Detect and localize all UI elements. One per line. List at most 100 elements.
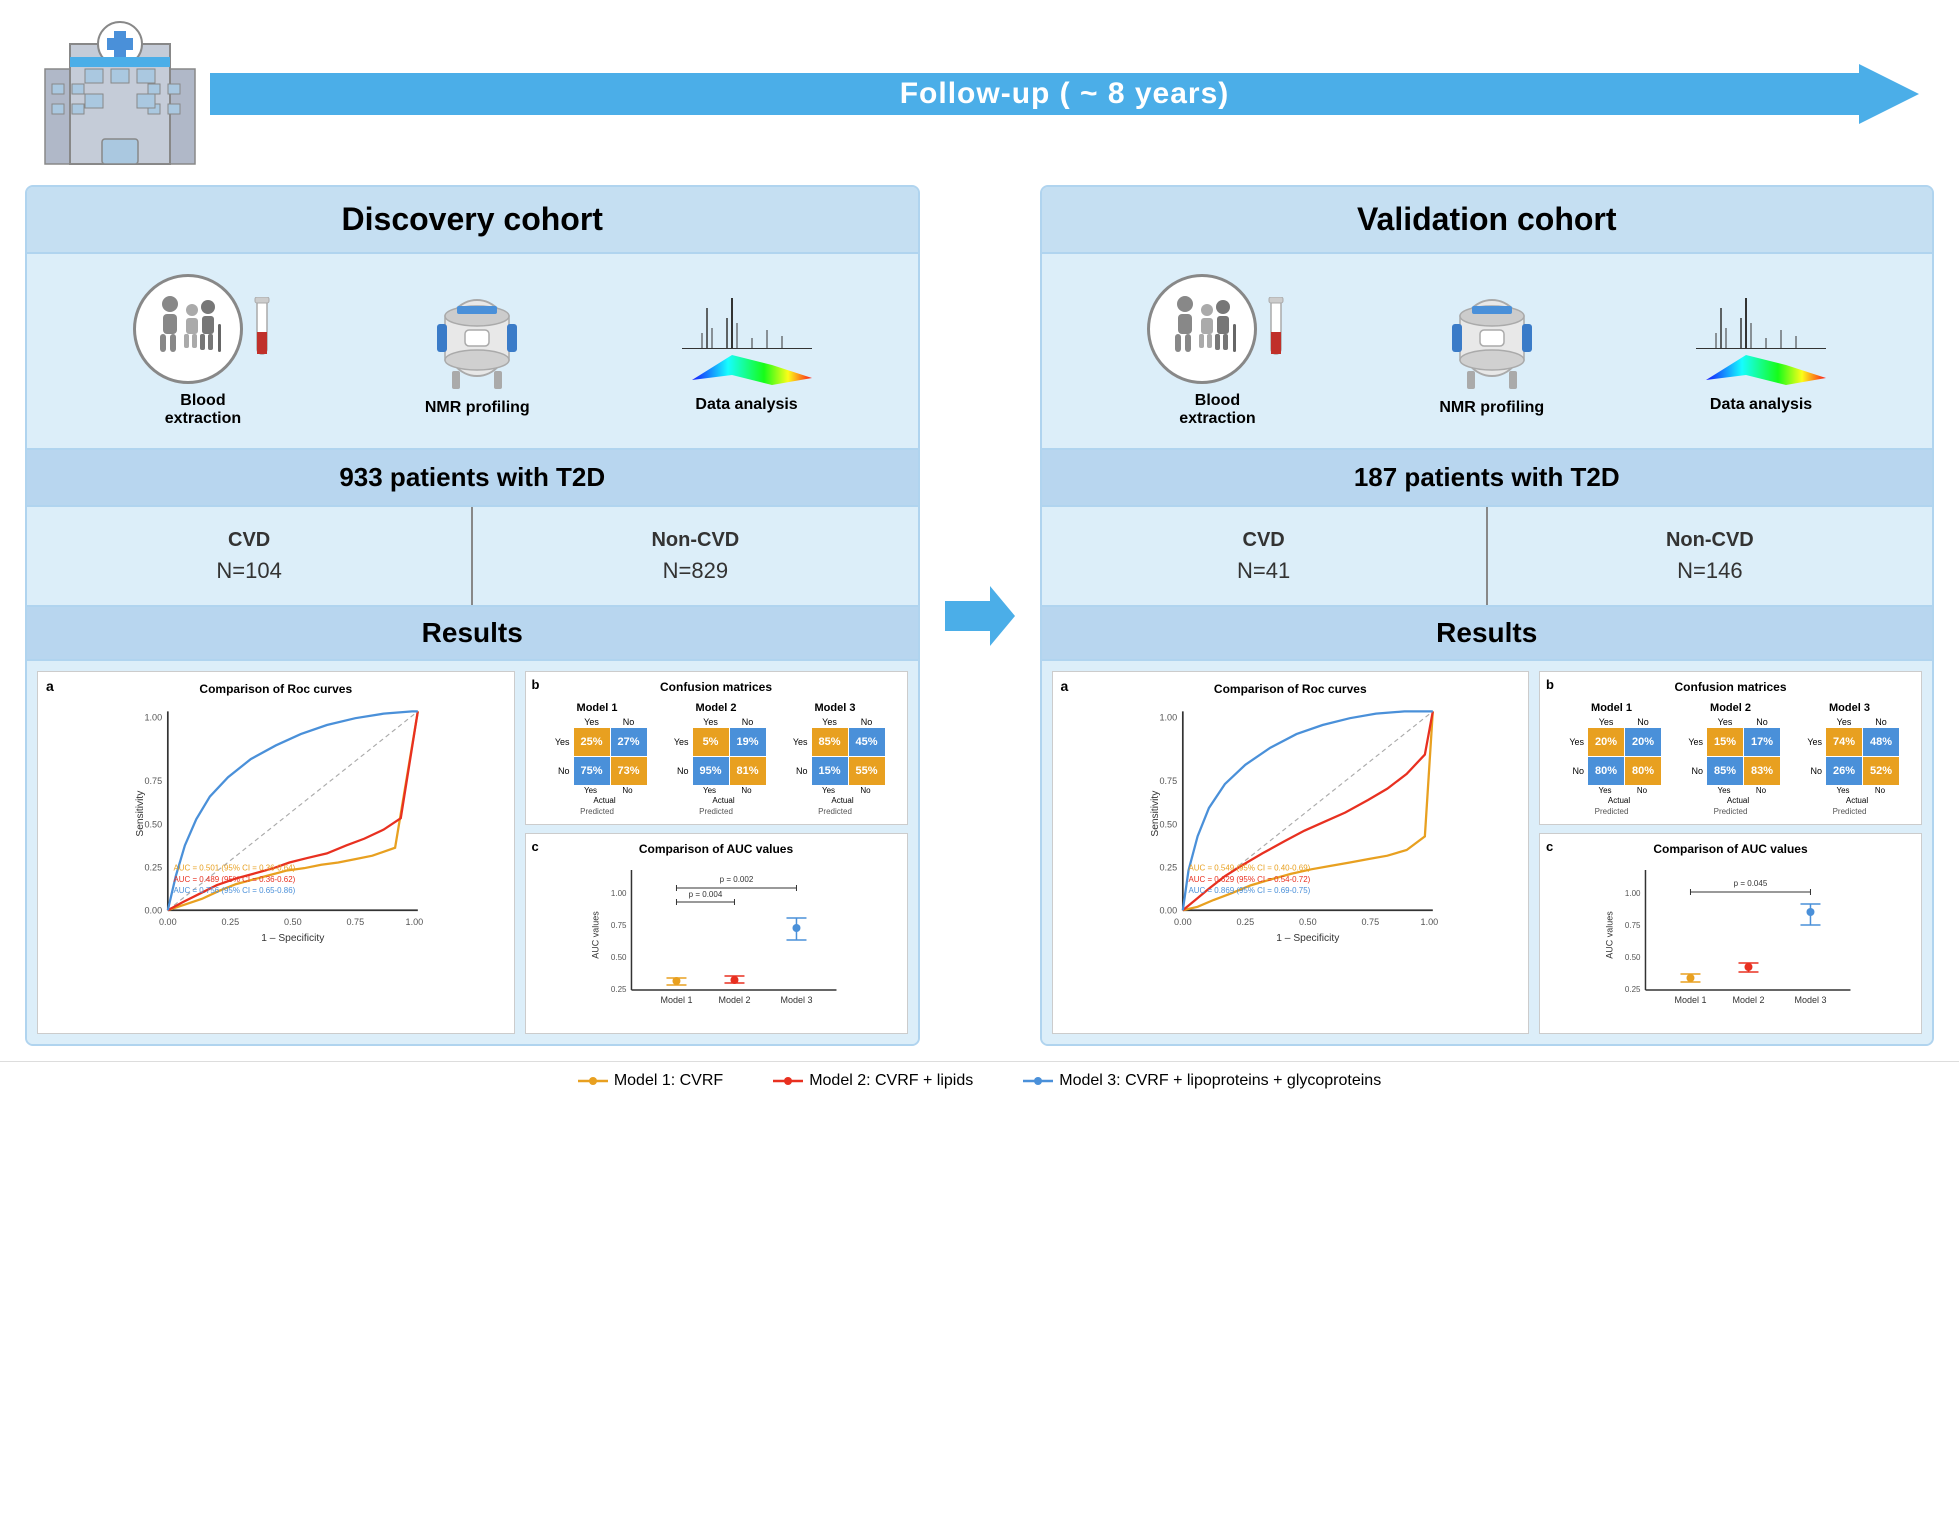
v-conf-m2-row1: Yes 15% 17% <box>1681 728 1780 756</box>
discovery-conf-m3-row1: Yes 85% 45% <box>786 728 885 756</box>
discovery-conf-m3-c3: 15% <box>812 757 848 785</box>
svg-text:0.75: 0.75 <box>1159 776 1177 786</box>
validation-auc-panel: c Comparison of AUC values 0.25 0.50 0.7… <box>1539 833 1922 1034</box>
discovery-conf-m1-actual-text: Actual <box>563 796 647 805</box>
discovery-conf-m2-row2: No 95% 81% <box>667 757 766 785</box>
discovery-conf-m2-c2: 19% <box>730 728 766 756</box>
validation-cohort-panel: Validation cohort <box>1040 185 1935 1046</box>
svg-text:0.50: 0.50 <box>610 953 626 962</box>
svg-text:1.00: 1.00 <box>1159 712 1177 722</box>
discovery-conf-m2-grid: Yes No Yes 5% 19% No 95% <box>667 717 766 805</box>
discovery-conf-model2: Model 2 Yes No Yes 5% 19% <box>667 702 766 816</box>
discovery-conf-m2-predicted: Predicted <box>699 807 733 816</box>
discovery-conf-m3-actual-text: Actual <box>801 796 885 805</box>
svg-text:AUC = 0.869 (95% CI = 0.69-0.7: AUC = 0.869 (95% CI = 0.69-0.75) <box>1188 886 1310 895</box>
discovery-conf-m1-c3: 75% <box>574 757 610 785</box>
discovery-conf-m2-no-label: No <box>730 717 766 727</box>
discovery-noncvd-label: Non-CVD <box>651 529 739 552</box>
validation-conf-m1-title: Model 1 <box>1591 702 1632 714</box>
spectrum-icon <box>682 288 812 388</box>
svg-text:p = 0.004: p = 0.004 <box>688 890 722 899</box>
discovery-conf-m1-title: Model 1 <box>577 702 618 714</box>
validation-cvd-section: CVD N=41 Non-CVD N=146 <box>1042 507 1933 607</box>
discovery-conf-m3-c2: 45% <box>849 728 885 756</box>
validation-nmr-icon <box>1447 286 1537 391</box>
discovery-data-item: Data analysis <box>682 288 812 414</box>
svg-text:AUC = 0.629 (95% CI = 0.54-0.7: AUC = 0.629 (95% CI = 0.54-0.72) <box>1188 875 1310 884</box>
svg-text:1.00: 1.00 <box>406 917 424 927</box>
discovery-nmr-item: NMR profiling <box>425 286 530 417</box>
svg-text:AUC = 0.501 (95% CI = 0.36-0.6: AUC = 0.501 (95% CI = 0.36-0.64) <box>174 863 296 872</box>
svg-text:AUC = 0.756 (95% CI = 0.65-0.8: AUC = 0.756 (95% CI = 0.65-0.86) <box>174 886 296 895</box>
svg-text:Model 3: Model 3 <box>1795 995 1827 1005</box>
main-content: Discovery cohort <box>0 170 1959 1061</box>
discovery-conf-matrices: Model 1 Yes No Yes 25% 27 <box>534 702 899 816</box>
discovery-conf-m1-row1: Yes 25% 27% <box>548 728 647 756</box>
legend-model3: Model 3: CVRF + lipoproteins + glycoprot… <box>1023 1072 1381 1090</box>
discovery-conf-m3-row2: No 15% 55% <box>786 757 885 785</box>
bottom-legend: Model 1: CVRF Model 2: CVRF + lipids Mod… <box>0 1061 1959 1100</box>
validation-noncvd-n: N=146 <box>1677 558 1742 584</box>
svg-text:Model 1: Model 1 <box>660 995 692 1005</box>
validation-conf-model3: Model 3 Yes No Yes 74% 48 <box>1800 702 1899 816</box>
validation-blood-extraction-item: Bloodextraction <box>1147 274 1287 428</box>
validation-blood-tube-icon <box>1265 297 1287 362</box>
discovery-conf-m2-pred-yes: Yes <box>667 737 692 747</box>
discovery-conf-m1-yes-label: Yes <box>574 717 610 727</box>
validation-blood-label: Bloodextraction <box>1179 392 1255 428</box>
svg-text:0.50: 0.50 <box>284 917 302 927</box>
discovery-conf-m2-act-yes: Yes <box>692 786 728 795</box>
svg-text:0.00: 0.00 <box>144 906 162 916</box>
discovery-conf-m2-pred-no: No <box>667 766 692 776</box>
discovery-conf-m1-c4: 73% <box>611 757 647 785</box>
discovery-right-panels: b Confusion matrices Model 1 Yes No <box>525 671 908 1034</box>
svg-text:Sensitivity: Sensitivity <box>135 790 146 837</box>
discovery-conf-m2-row1: Yes 5% 19% <box>667 728 766 756</box>
blood-tube-icon <box>251 297 273 362</box>
discovery-conf-m2-c3: 95% <box>693 757 729 785</box>
svg-text:Model 2: Model 2 <box>1733 995 1765 1005</box>
discovery-conf-m3-pred-no: No <box>786 766 811 776</box>
svg-text:Model 1: Model 1 <box>1675 995 1707 1005</box>
v-conf-m3-row1: Yes 74% 48% <box>1800 728 1899 756</box>
validation-auc-title: Comparison of AUC values <box>1548 842 1913 856</box>
svg-text:1 – Specificity: 1 – Specificity <box>1276 933 1340 944</box>
validation-roc-svg: 0.00 0.25 0.50 0.75 1.00 0.00 0.25 0.50 … <box>1061 700 1521 950</box>
svg-text:0.00: 0.00 <box>1159 906 1177 916</box>
discovery-conf-m3-row-labels: Yes No <box>786 717 885 727</box>
discovery-conf-model3: Model 3 Yes No Yes 85% 45 <box>786 702 885 816</box>
discovery-conf-m3-grid: Yes No Yes 85% 45% No 15 <box>786 717 885 805</box>
discovery-conf-m2-act-no: No <box>729 786 765 795</box>
top-section: Follow-up ( ~ 8 years) <box>0 0 1959 170</box>
validation-conf-model2: Model 2 Yes No Yes 15% 17 <box>1681 702 1780 816</box>
svg-text:Model 3: Model 3 <box>780 995 812 1005</box>
validation-conf-title: Confusion matrices <box>1548 680 1913 694</box>
discovery-results-content: a Comparison of Roc curves 0.00 0.25 0.5… <box>27 661 918 1044</box>
legend-model1-label: Model 1: CVRF <box>614 1072 723 1090</box>
validation-data-label: Data analysis <box>1710 396 1812 414</box>
discovery-conf-m1-actual-labels: Yes No <box>573 786 647 795</box>
discovery-conf-m1-pred-no: No <box>548 766 573 776</box>
discovery-panel-c-label: c <box>532 839 539 854</box>
discovery-cohort-panel: Discovery cohort <box>25 185 920 1046</box>
discovery-icons-row: Bloodextraction <box>27 254 918 450</box>
validation-results-title: Results <box>1042 607 1933 661</box>
validation-patients: 187 patients with T2D <box>1042 450 1933 507</box>
validation-data-item: Data analysis <box>1696 288 1826 414</box>
people-circle-icon <box>133 274 243 384</box>
svg-text:1.00: 1.00 <box>1420 917 1438 927</box>
validation-icons-row: Bloodextraction NMR profiling <box>1042 254 1933 450</box>
svg-text:0.75: 0.75 <box>1625 921 1641 930</box>
discovery-conf-m3-c4: 55% <box>849 757 885 785</box>
discovery-nmr-label: NMR profiling <box>425 399 530 417</box>
validation-roc-panel: a Comparison of Roc curves 0.00 0.25 0.5… <box>1052 671 1530 1034</box>
validation-conf-model1: Model 1 Yes No Yes 20% 20 <box>1562 702 1661 816</box>
validation-right-panels: b Confusion matrices Model 1 Yes No <box>1539 671 1922 1034</box>
svg-text:Model 2: Model 2 <box>718 995 750 1005</box>
validation-title: Validation cohort <box>1042 187 1933 254</box>
svg-text:0.75: 0.75 <box>1361 917 1379 927</box>
discovery-conf-m3-act-no: No <box>848 786 884 795</box>
svg-text:1.00: 1.00 <box>610 889 626 898</box>
svg-text:1.00: 1.00 <box>1625 889 1641 898</box>
discovery-conf-m3-predicted: Predicted <box>818 807 852 816</box>
